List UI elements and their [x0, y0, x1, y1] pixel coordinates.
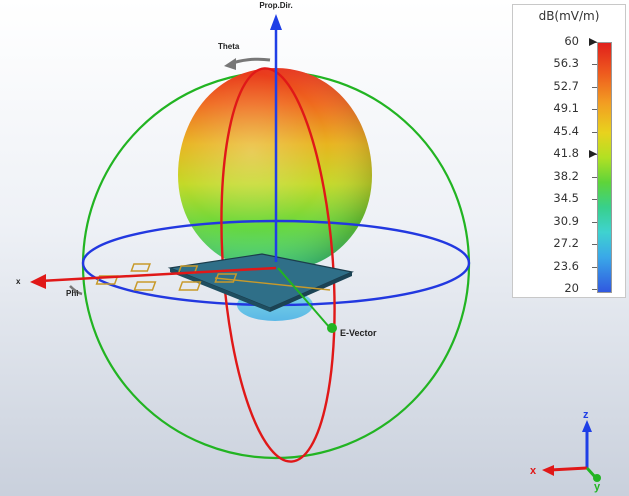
- e-vector-label: E-Vector: [340, 328, 377, 338]
- prop-dir-label: Prop.Dir.: [259, 1, 292, 10]
- legend-tick-label: 52.7: [553, 78, 579, 93]
- legend-tick-mark: [592, 244, 597, 246]
- legend-tick-mark: [592, 176, 597, 178]
- legend-tick-label: 41.8: [553, 146, 579, 161]
- prop-dir-arrowhead: [270, 14, 282, 30]
- theta-arrowhead: [224, 58, 236, 70]
- legend-tick-label: 49.1: [553, 101, 579, 116]
- triad-x-label: x: [530, 465, 537, 477]
- legend-value-marker-icon[interactable]: [589, 38, 597, 46]
- legend-tick-label: 30.9: [553, 213, 579, 228]
- phi-label: Phi: [66, 289, 78, 298]
- legend-tick-mark: [592, 266, 597, 268]
- color-scale-legend: dB(mV/m) 60 56.3 52.7 49.1 45.4 41.8 38.2 34.5 3…: [512, 4, 626, 298]
- legend-tick-label: 20: [564, 281, 579, 295]
- legend-tick-label: 23.6: [553, 258, 579, 273]
- legend-value-marker-icon[interactable]: [589, 150, 597, 159]
- legend-tick-label: 27.2: [553, 236, 579, 251]
- legend-tick-label: 56.3: [553, 56, 579, 71]
- legend-tick-label: 45.4: [553, 123, 579, 138]
- legend-tick-mark: [592, 289, 597, 290]
- x-axis-label: x: [16, 277, 21, 286]
- legend-tick-mark: [592, 64, 597, 66]
- legend-tick-label: 60: [564, 34, 579, 48]
- legend-color-bar: [597, 42, 612, 293]
- legend-tick-mark: [592, 199, 597, 201]
- e-vector-dot[interactable]: [327, 323, 337, 333]
- legend-tick-mark: [592, 86, 597, 88]
- theta-label: Theta: [218, 42, 240, 51]
- legend-title: dB(mV/m): [538, 9, 600, 23]
- triad-z-label: z: [583, 409, 589, 421]
- legend-tick-mark: [592, 131, 597, 133]
- triad-y-label: y: [594, 481, 601, 493]
- legend-tick-label: 38.2: [553, 168, 579, 183]
- legend-tick-label: 34.5: [553, 191, 579, 206]
- legend-tick-mark: [592, 109, 597, 111]
- x-axis-arrowhead: [30, 274, 46, 289]
- legend-tick-mark: [592, 221, 597, 223]
- orientation-triad: z x y: [530, 409, 601, 493]
